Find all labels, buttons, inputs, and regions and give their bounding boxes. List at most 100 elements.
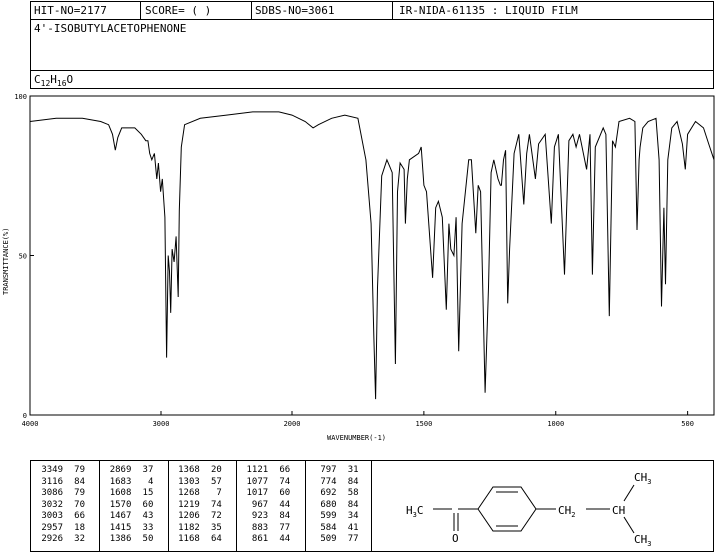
peak-transmittance: 7 (216, 488, 222, 498)
peak-row: 1182 35 (168, 523, 222, 535)
peak-transmittance: 43 (142, 511, 154, 521)
x-tick-label: 1500 (415, 420, 432, 428)
column-separator (304, 461, 306, 551)
peak-row: 584 41 (305, 522, 359, 535)
benzene-ring (477, 486, 537, 532)
peak-row: 2926 32 (31, 534, 85, 546)
sdbs-no: SDBS-NO=3061 (255, 4, 335, 17)
peak-transmittance: 84 (279, 511, 291, 521)
peak-column: 1368 20 1303 57 1268 7 1219 74 1206 72 1182 35 1168 6… (168, 465, 222, 546)
peak-table: 3349 79 3116 84 3086 79 3032 70 3003 66 2957 18 2926… (30, 460, 372, 552)
peak-wavenumber: 599 (320, 511, 337, 521)
peak-row: 774 84 (305, 476, 359, 489)
peak-transmittance: 77 (347, 534, 359, 544)
formula-divider (31, 70, 713, 71)
peak-wavenumber: 1415 (109, 522, 132, 533)
peak-column: 797 31 774 84 692 58 680 84 599 34 584 41 509 77 (305, 465, 359, 546)
peak-column: 2869 37 1683 4 1608 15 1570 60 1467 43 1415 33 1386 5… (99, 465, 154, 546)
peak-wavenumber: 1570 (109, 499, 132, 510)
peak-row: 1017 60 (236, 488, 291, 500)
peak-row: 1303 57 (168, 477, 222, 489)
column-separator (167, 461, 169, 551)
peak-row: 1077 74 (236, 476, 291, 489)
peak-row: 1415 33 (99, 522, 154, 535)
x-tick-label: 4000 (22, 420, 39, 428)
peak-row: 1168 64 (168, 534, 222, 546)
peak-transmittance: 35 (210, 522, 222, 533)
peak-wavenumber: 509 (320, 534, 337, 544)
hit-no: HIT-NO=2177 (34, 4, 107, 17)
peak-transmittance: 37 (142, 465, 154, 475)
peak-wavenumber: 1168 (178, 534, 200, 544)
column-separator (236, 461, 238, 551)
x-ticks: 4000 3000 2000 1500 1000 500 (22, 411, 694, 428)
methine-label: CH (612, 504, 625, 517)
peak-row: 861 44 (236, 534, 290, 546)
peak-row: 1570 60 (99, 499, 154, 512)
peak-transmittance: 4 (147, 476, 154, 487)
peak-transmittance: 84 (347, 476, 359, 487)
peak-row: 797 31 (305, 465, 358, 477)
peak-transmittance: 33 (142, 522, 154, 533)
peak-transmittance: 58 (347, 488, 359, 498)
hit-no-cell: HIT-NO=2177 (31, 2, 141, 19)
peak-transmittance: 70 (74, 499, 85, 510)
methyl-label: H3C (406, 504, 423, 519)
peak-row: 1121 66 (236, 465, 291, 477)
peak-transmittance: 79 (74, 488, 85, 498)
peak-transmittance: 18 (74, 522, 85, 533)
x-axis-label: WAVENUMBER(-1) (327, 434, 386, 442)
methyl-top-label: CH3 (634, 471, 651, 486)
peak-wavenumber: 774 (320, 476, 337, 487)
peak-row: 3116 84 (31, 477, 85, 489)
peak-wavenumber: 2926 (41, 534, 63, 544)
peak-wavenumber: 1303 (178, 476, 200, 487)
peak-wavenumber: 1368 (178, 465, 200, 475)
peak-row: 1368 20 (168, 465, 222, 477)
y-axis-label: TRANSMITTANCE(%) (2, 228, 10, 295)
structure-diagram: H3C O CH2 CH CH3 CH3 (406, 471, 651, 548)
peak-transmittance: 84 (347, 499, 359, 510)
peak-row: 599 34 (305, 511, 358, 523)
peak-wavenumber: 1608 (109, 488, 132, 498)
peak-wavenumber: 1268 (178, 488, 200, 498)
peak-wavenumber: 1121 (246, 465, 269, 475)
peak-wavenumber: 3086 (41, 488, 63, 498)
x-tick-label: 500 (681, 420, 694, 428)
peak-row: 883 77 (236, 523, 290, 535)
peak-transmittance: 44 (279, 499, 291, 510)
transmittance-series (29, 111, 715, 400)
peak-transmittance: 60 (142, 499, 154, 510)
peak-transmittance: 60 (279, 488, 291, 498)
x-tick-label: 2000 (284, 420, 301, 428)
peak-transmittance: 20 (210, 465, 222, 475)
peak-wavenumber: 692 (320, 488, 337, 498)
peak-transmittance: 32 (74, 534, 85, 544)
peak-row: 3032 70 (31, 500, 85, 512)
peak-row: 1219 74 (168, 500, 222, 512)
peak-wavenumber: 797 (320, 465, 337, 475)
column-separator (99, 461, 101, 551)
peak-row: 3003 66 (31, 511, 85, 523)
peak-transmittance: 66 (279, 465, 291, 475)
y-tick-label: 0 (23, 412, 27, 420)
peak-wavenumber: 1182 (178, 522, 200, 533)
x-tick-label: 3000 (153, 420, 170, 428)
peak-row: 1608 15 (99, 488, 154, 500)
peak-transmittance: 64 (210, 534, 222, 544)
peak-transmittance: 41 (347, 522, 359, 533)
peak-transmittance: 57 (210, 476, 222, 487)
ir-spectrum-chart: 100500 4000 3000 2000 1500 1000 500 WAVENUMBE… (2, 93, 715, 442)
peak-transmittance: 72 (210, 511, 222, 521)
peak-row: 1268 7 (168, 488, 222, 500)
bond-ch-ch3-bot (623, 516, 635, 534)
peak-transmittance: 74 (279, 476, 291, 487)
peak-wavenumber: 1219 (178, 499, 200, 510)
methylene-label: CH2 (558, 504, 575, 519)
peak-row: 923 84 (236, 511, 290, 523)
peak-wavenumber: 967 (251, 499, 269, 510)
x-tick-label: 1000 (547, 420, 564, 428)
molecular-formula: C12H16O (34, 73, 74, 89)
peak-wavenumber: 680 (320, 499, 337, 510)
peak-row: 2957 18 (31, 523, 85, 535)
